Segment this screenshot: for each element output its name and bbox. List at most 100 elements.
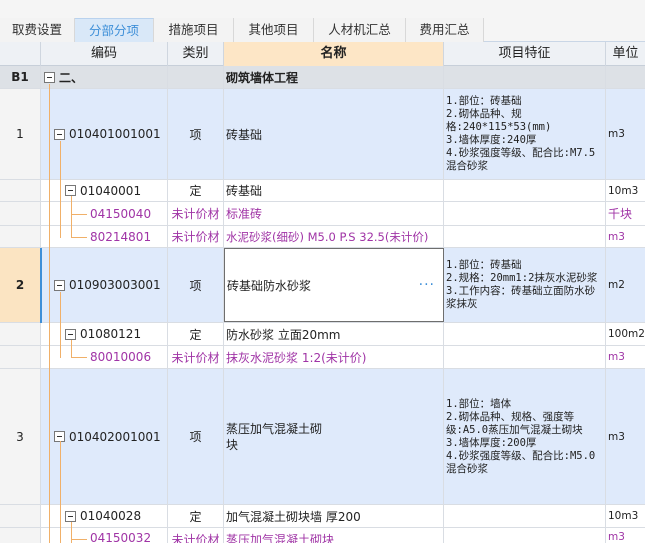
- tab-measures[interactable]: 措施项目: [154, 18, 234, 42]
- row-index: [0, 505, 41, 527]
- row-feature[interactable]: [444, 346, 606, 368]
- row-index: [0, 528, 41, 543]
- tree-line: [60, 441, 61, 543]
- row-name[interactable]: 蒸压加气混凝土砌块: [224, 528, 444, 543]
- row-feature[interactable]: 1.部位：砖基础 2.砌体品种、规格:240*115*53(mm) 3.墙体厚度…: [444, 89, 606, 179]
- header-index: [0, 42, 41, 66]
- row-name[interactable]: 水泥砂浆(细砂) M5.0 P.S 32.5(未计价): [224, 226, 444, 247]
- collapse-icon[interactable]: [65, 185, 76, 196]
- row-type[interactable]: [168, 66, 224, 88]
- row-code-text: 010402001001: [69, 429, 161, 444]
- row-unit[interactable]: 100m2: [606, 323, 645, 345]
- row-feature[interactable]: [444, 226, 606, 247]
- feature-text: 1.部位：砖基础 2.砌体品种、规格:240*115*53(mm) 3.墙体厚度…: [446, 95, 596, 172]
- collapse-icon[interactable]: [44, 71, 55, 83]
- row-unit[interactable]: 10m3: [606, 180, 645, 201]
- row-unit[interactable]: 千块: [606, 202, 645, 225]
- header-code[interactable]: 编码: [41, 42, 168, 66]
- row-unit[interactable]: [606, 66, 645, 88]
- row-unit[interactable]: m2: [606, 248, 645, 322]
- tree-line: [71, 196, 72, 238]
- table-row[interactable]: 01040028 定 加气混凝土砌块墙 厚200 10m3: [0, 505, 645, 528]
- collapse-icon[interactable]: [54, 279, 65, 291]
- row-type[interactable]: 项: [168, 89, 224, 179]
- table-row[interactable]: 3 010402001001 项 蒸压加气混凝土砌块 1.部位：墙体 2.砌体品…: [0, 369, 645, 505]
- row-name[interactable]: 抹灰水泥砂浆 1:2(未计价): [224, 346, 444, 368]
- row-type[interactable]: 项: [168, 369, 224, 504]
- tree-line: [49, 84, 50, 543]
- row-feature[interactable]: [444, 323, 606, 345]
- row-feature[interactable]: [444, 505, 606, 527]
- tree-line: [71, 357, 87, 358]
- row-name[interactable]: 标准砖: [224, 202, 444, 225]
- collapse-icon[interactable]: [54, 128, 65, 140]
- row-unit[interactable]: 10m3: [606, 505, 645, 527]
- more-icon[interactable]: ···: [419, 277, 435, 293]
- row-index: 2: [0, 248, 41, 322]
- row-name[interactable]: 加气混凝土砌块墙 厚200: [224, 505, 444, 527]
- tree-line: [71, 214, 87, 215]
- tree-line: [60, 292, 61, 358]
- row-index: 3: [0, 369, 41, 504]
- row-feature[interactable]: [444, 202, 606, 225]
- row-feature[interactable]: 1.部位：墙体 2.砌体品种、规格、强度等级:A5.0蒸压加气混凝土砌块 3.墙…: [444, 369, 606, 504]
- row-unit[interactable]: m3: [606, 226, 645, 247]
- row-name[interactable]: 砖基础: [224, 89, 444, 179]
- table-row[interactable]: 80010006 未计价材 抹灰水泥砂浆 1:2(未计价) m3: [0, 346, 645, 369]
- table-row[interactable]: B1 二、 砌筑墙体工程: [0, 66, 645, 89]
- tab-bar: 取费设置 分部分项 措施项目 其他项目 人材机汇总 费用汇总: [0, 0, 645, 42]
- row-index: [0, 323, 41, 345]
- feature-text: 1.部位：墙体 2.砌体品种、规格、强度等级:A5.0蒸压加气混凝土砌块 3.墙…: [446, 397, 596, 475]
- table-row[interactable]: 04150040 未计价材 标准砖 千块: [0, 202, 645, 226]
- table-row[interactable]: 01080121 定 防水砂浆 立面20mm 100m2: [0, 323, 645, 346]
- row-name[interactable]: 砌筑墙体工程: [224, 66, 444, 88]
- tab-other-items[interactable]: 其他项目: [234, 18, 314, 42]
- row-name-text: 砖基础防水砂浆: [227, 278, 312, 293]
- row-type[interactable]: 定: [168, 180, 224, 201]
- collapse-icon[interactable]: [65, 510, 76, 522]
- row-type[interactable]: 未计价材: [168, 202, 224, 225]
- row-unit[interactable]: m3: [606, 346, 645, 368]
- tree-line: [60, 141, 61, 238]
- header-feature[interactable]: 项目特征: [444, 42, 606, 66]
- table-row[interactable]: 1 010401001001 项 砖基础 1.部位：砖基础 2.砌体品种、规格:…: [0, 89, 645, 180]
- row-index: [0, 226, 41, 247]
- row-index: B1: [0, 66, 41, 88]
- tab-fee-settings[interactable]: 取费设置: [0, 18, 75, 42]
- row-feature[interactable]: [444, 528, 606, 543]
- collapse-icon[interactable]: [65, 328, 76, 340]
- table-row[interactable]: 80214801 未计价材 水泥砂浆(细砂) M5.0 P.S 32.5(未计价…: [0, 226, 645, 248]
- header-unit[interactable]: 单位: [606, 42, 645, 66]
- row-code-text: 二、: [59, 70, 84, 85]
- row-unit[interactable]: m3: [606, 89, 645, 179]
- tab-labor-material-machine[interactable]: 人材机汇总: [314, 18, 406, 42]
- header-type[interactable]: 类别: [168, 42, 224, 66]
- row-name[interactable]: 防水砂浆 立面20mm: [224, 323, 444, 345]
- row-index: [0, 202, 41, 225]
- row-name[interactable]: 蒸压加气混凝土砌块: [224, 369, 444, 504]
- feature-text: 1.部位：砖基础 2.规格：20mm1:2抹灰水泥砂浆 3.工作内容：砖基础立面…: [446, 259, 598, 310]
- header-name[interactable]: 名称: [224, 42, 444, 66]
- row-type[interactable]: 未计价材: [168, 528, 224, 543]
- row-code-text: 010903003001: [69, 278, 161, 292]
- table-row[interactable]: 01040001 定 砖基础 10m3: [0, 180, 645, 202]
- row-feature[interactable]: [444, 66, 606, 88]
- row-index: [0, 346, 41, 368]
- table-row-selected[interactable]: 2 010903003001 项 砖基础防水砂浆 ··· 1.部位：砖基础 2.…: [0, 248, 645, 323]
- table-row[interactable]: 04150032 未计价材 蒸压加气混凝土砌块 m3: [0, 528, 645, 543]
- row-type[interactable]: 未计价材: [168, 346, 224, 368]
- row-type[interactable]: 未计价材: [168, 226, 224, 247]
- row-type[interactable]: 项: [168, 248, 224, 322]
- tab-sub-items[interactable]: 分部分项: [75, 18, 154, 42]
- row-name[interactable]: 砖基础: [224, 180, 444, 201]
- row-name-editor[interactable]: 砖基础防水砂浆 ···: [224, 248, 444, 322]
- row-unit[interactable]: m3: [606, 528, 645, 543]
- row-index: [0, 180, 41, 201]
- row-unit[interactable]: m3: [606, 369, 645, 504]
- row-code[interactable]: 二、: [41, 66, 168, 88]
- row-feature[interactable]: [444, 180, 606, 201]
- row-feature[interactable]: 1.部位：砖基础 2.规格：20mm1:2抹灰水泥砂浆 3.工作内容：砖基础立面…: [444, 248, 606, 322]
- row-type[interactable]: 定: [168, 323, 224, 345]
- tab-fee-summary[interactable]: 费用汇总: [406, 18, 484, 42]
- row-type[interactable]: 定: [168, 505, 224, 527]
